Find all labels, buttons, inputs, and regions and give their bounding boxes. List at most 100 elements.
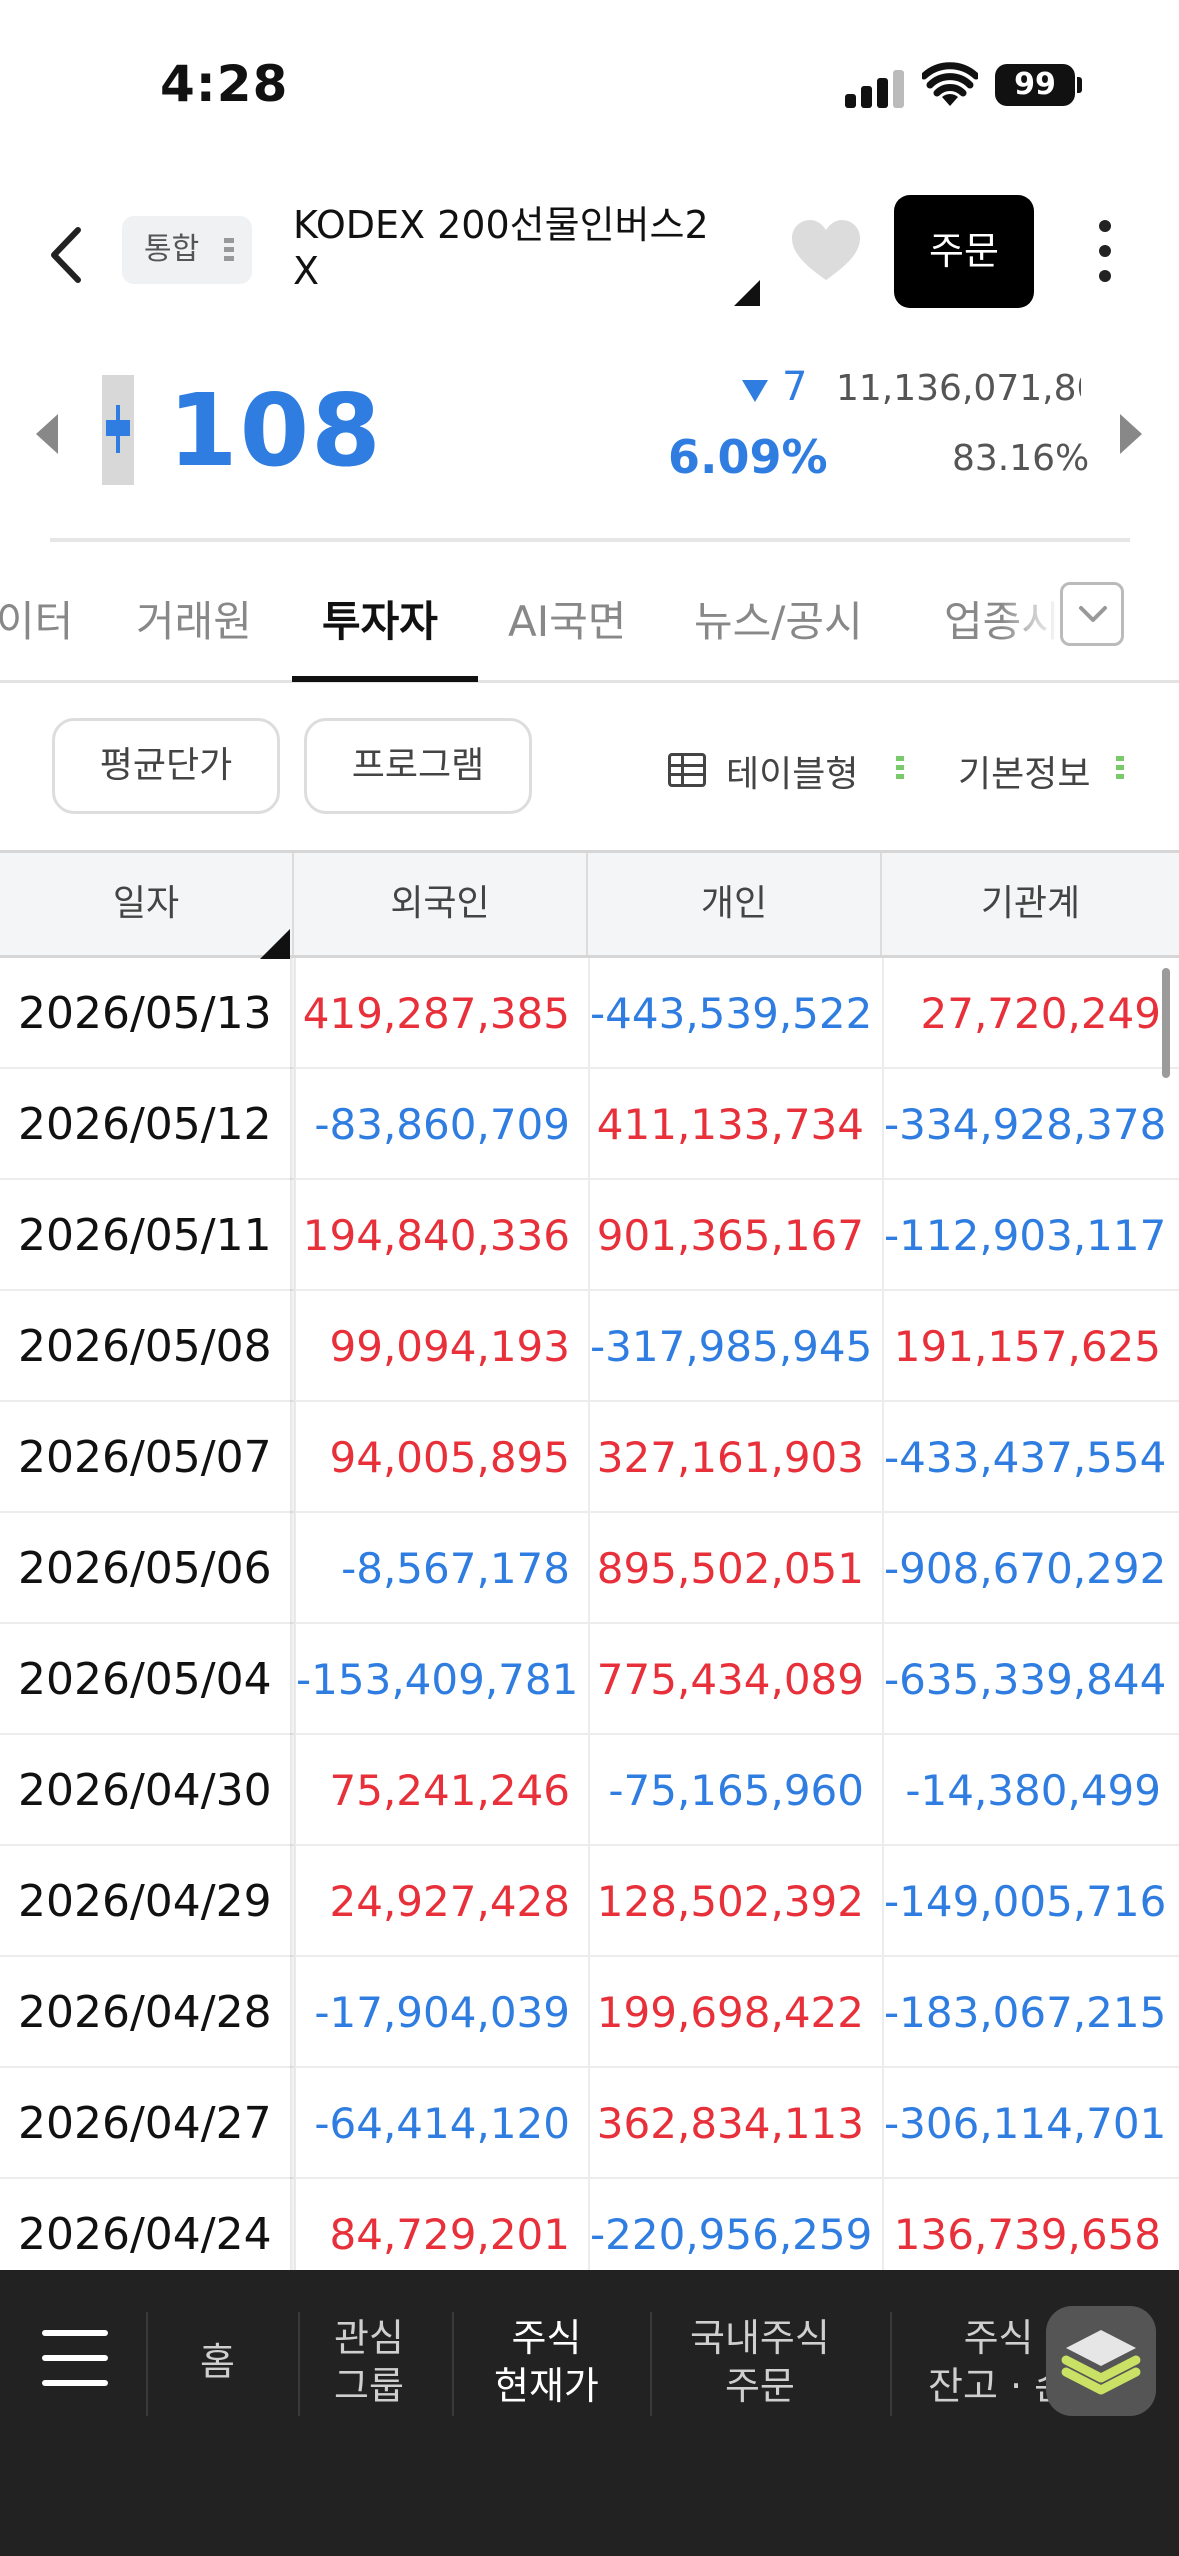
price-change: 7 (782, 364, 808, 410)
cell-institution: -306,114,701 (882, 2068, 1179, 2179)
layers-button[interactable] (1046, 2306, 1156, 2416)
nav-stock-quote[interactable]: 주식 현재가 (494, 2314, 599, 2410)
cell-individual: -443,539,522 (588, 958, 882, 1069)
table-row[interactable]: 2026/04/27 -64,414,120 362,834,113 -306,114… (0, 2068, 1179, 2179)
tab-ai-phase[interactable]: AI국면 (508, 588, 626, 649)
stock-search-triangle-icon[interactable] (734, 280, 760, 306)
table-row[interactable]: 2026/05/04 -153,409,781 775,434,089 -635,33… (0, 1624, 1179, 1735)
cell-date: 2026/05/13 (18, 988, 272, 1039)
nav-watchlist[interactable]: 관심 그룹 (334, 2314, 404, 2410)
cell-foreign: 84,729,201 (294, 2179, 588, 2270)
cell-individual: -75,165,960 (588, 1735, 882, 1846)
stock-name[interactable]: KODEX 200선물인버스2X (293, 202, 733, 294)
cell-institution: -433,437,554 (882, 1402, 1179, 1513)
cell-institution: 27,720,249 (882, 958, 1179, 1069)
scrollbar[interactable] (1162, 968, 1170, 1078)
tab-brokers[interactable]: 거래원 (136, 588, 252, 649)
cell-individual: 327,161,903 (588, 1402, 882, 1513)
cell-institution: 191,157,625 (882, 1291, 1179, 1402)
cell-foreign: 419,287,385 (294, 958, 588, 1069)
header-foreign[interactable]: 외국인 (294, 853, 588, 955)
cell-individual: 775,434,089 (588, 1624, 882, 1735)
cell-foreign: -8,567,178 (294, 1513, 588, 1624)
cell-individual: 901,365,167 (588, 1180, 882, 1291)
bottom-nav: 홈 관심 그룹 주식 현재가 국내주식 주문 주식 잔고 · 손 (0, 2270, 1179, 2556)
back-chevron-icon[interactable] (40, 220, 90, 290)
cell-foreign: -83,860,709 (294, 1069, 588, 1180)
table-row[interactable]: 2026/05/11 194,840,336 901,365,167 -112,903… (0, 1180, 1179, 1291)
tab-news[interactable]: 뉴스/공시 (694, 588, 863, 649)
table-icon[interactable] (668, 753, 706, 787)
cell-date: 2026/04/24 (18, 2209, 272, 2260)
table-row[interactable]: 2026/04/24 84,729,201 -220,956,259 136,739,… (0, 2179, 1179, 2270)
cell-date: 2026/05/12 (18, 1099, 272, 1150)
nav-separator (452, 2312, 454, 2416)
nav-domestic-order[interactable]: 국내주식 주문 (690, 2314, 830, 2410)
investor-table[interactable]: 일자 외국인 개인 기관계 2026/05/13 419,287,385 -443,… (0, 850, 1179, 2270)
candle-chart-icon[interactable] (102, 375, 134, 485)
cell-foreign: 99,094,193 (294, 1291, 588, 1402)
table-row[interactable]: 2026/04/30 75,241,246 -75,165,960 -14,380,4… (0, 1735, 1179, 1846)
tab-data[interactable]: 이터 (0, 588, 73, 649)
dropdown-dots-icon (224, 238, 234, 265)
order-button[interactable]: 주문 (894, 195, 1034, 308)
cell-foreign: 194,840,336 (294, 1180, 588, 1291)
cell-individual: 895,502,051 (588, 1513, 882, 1624)
tab-expand-button[interactable] (1060, 582, 1124, 646)
header-institution[interactable]: 기관계 (882, 853, 1179, 955)
tab-investors[interactable]: 투자자 (322, 588, 438, 649)
cell-institution: -334,928,378 (882, 1069, 1179, 1180)
status-bar: 4:28 99 (0, 0, 1179, 150)
table-row[interactable]: 2026/05/13 419,287,385 -443,539,522 27,720,… (0, 958, 1179, 1069)
battery-tip (1077, 77, 1082, 93)
cell-individual: 362,834,113 (588, 2068, 882, 2179)
table-row[interactable]: 2026/05/07 94,005,895 327,161,903 -433,437,… (0, 1402, 1179, 1513)
tabs-divider (0, 680, 1179, 683)
status-time: 4:28 (160, 55, 289, 113)
table-header: 일자 외국인 개인 기관계 (0, 850, 1179, 959)
nav-separator (298, 2312, 300, 2416)
hamburger-menu-icon[interactable] (42, 2330, 108, 2386)
market-select-badge[interactable]: 통합 (122, 216, 252, 284)
table-row[interactable]: 2026/05/06 -8,567,178 895,502,051 -908,670,… (0, 1513, 1179, 1624)
table-row[interactable]: 2026/05/12 -83,860,709 411,133,734 -334,928… (0, 1069, 1179, 1180)
table-type-toggle[interactable]: 테이블형 (726, 745, 858, 797)
cell-date: 2026/04/29 (18, 1876, 272, 1927)
next-stock-arrow-icon[interactable] (1120, 414, 1142, 454)
tab-fade (1000, 578, 1060, 658)
table-row[interactable]: 2026/05/08 99,094,193 -317,985,945 191,157,… (0, 1291, 1179, 1402)
cell-institution: -112,903,117 (882, 1180, 1179, 1291)
cell-individual: 199,698,422 (588, 1957, 882, 2068)
down-triangle-icon (742, 380, 768, 402)
frozen-column-shadow (290, 958, 296, 2270)
cell-date: 2026/05/06 (18, 1543, 272, 1594)
chevron-down-icon (1079, 606, 1107, 622)
cell-date: 2026/04/30 (18, 1765, 272, 1816)
battery-indicator: 99 (995, 64, 1075, 106)
header-date[interactable]: 일자 (0, 853, 294, 955)
header-individual[interactable]: 개인 (588, 853, 882, 955)
cell-foreign: -64,414,120 (294, 2068, 588, 2179)
cell-date: 2026/05/04 (18, 1654, 272, 1705)
avg-price-button[interactable]: 평균단가 (52, 718, 280, 814)
nav-separator (890, 2312, 892, 2416)
cell-foreign: 94,005,895 (294, 1402, 588, 1513)
wifi-icon (922, 62, 978, 106)
more-menu-icon[interactable] (1090, 220, 1120, 286)
cell-date: 2026/04/28 (18, 1987, 272, 2038)
table-row[interactable]: 2026/04/29 24,927,428 128,502,392 -149,005,… (0, 1846, 1179, 1957)
nav-home[interactable]: 홈 (200, 2338, 235, 2386)
trading-volume: 11,136,071,80 (836, 368, 1081, 409)
sort-corner-icon (260, 929, 290, 959)
program-button[interactable]: 프로그램 (304, 718, 532, 814)
change-rate: 6.09% (668, 430, 828, 484)
cell-individual: -220,956,259 (588, 2179, 882, 2270)
cell-individual: -317,985,945 (588, 1291, 882, 1402)
table-type-dots-icon (896, 756, 904, 783)
basic-info-toggle[interactable]: 기본정보 (958, 745, 1090, 797)
previous-stock-arrow-icon[interactable] (36, 414, 58, 454)
cell-date: 2026/05/11 (18, 1210, 272, 1261)
nav-separator (650, 2312, 652, 2416)
table-row[interactable]: 2026/04/28 -17,904,039 199,698,422 -183,067… (0, 1957, 1179, 2068)
favorite-heart-icon[interactable] (790, 218, 862, 284)
